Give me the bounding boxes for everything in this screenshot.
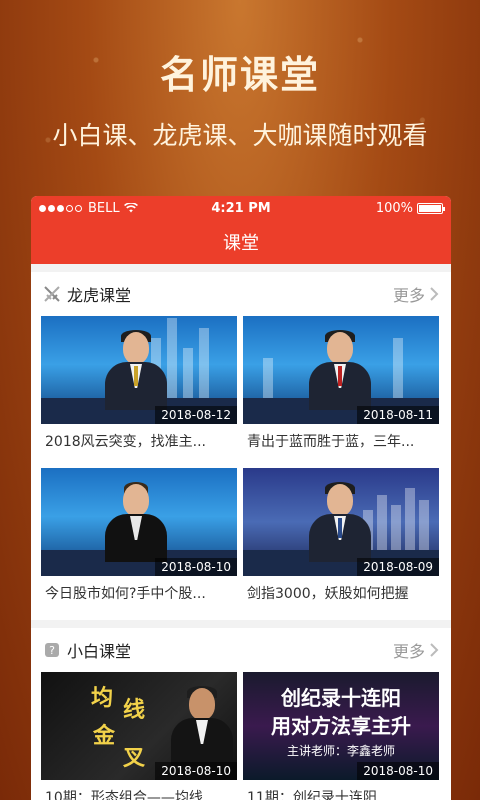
course-thumbnail: 2018-08-12	[41, 316, 237, 424]
thumb-text: 创纪录十连阳	[281, 686, 401, 710]
background-sparkle	[0, 0, 480, 200]
course-date: 2018-08-09	[357, 558, 439, 576]
more-link[interactable]: 更多	[393, 638, 439, 662]
question-mark-icon: ?	[43, 641, 61, 659]
hero-title: 名师课堂	[159, 53, 320, 97]
signal-dots-icon	[39, 201, 84, 216]
course-thumbnail: 均 线 金 叉 2018-08-10	[41, 672, 237, 780]
battery-percent: 100%	[375, 200, 413, 216]
more-link[interactable]: 更多	[393, 282, 439, 306]
course-thumbnail: 2018-08-10	[41, 468, 237, 576]
course-title: 剑指3000，妖股如何把握	[247, 586, 409, 602]
chevron-right-icon	[430, 643, 439, 657]
course-card[interactable]: 创纪录十连阳 用对方法享主升 主讲老师：李鑫老师 2018-08-10 11期：…	[243, 672, 439, 800]
section-title: 小白课堂	[67, 642, 132, 661]
section-title: 龙虎课堂	[67, 286, 132, 305]
presenter-figure	[101, 482, 171, 562]
course-card[interactable]: 2018-08-09 剑指3000，妖股如何把握	[243, 468, 439, 620]
course-thumbnail: 创纪录十连阳 用对方法享主升 主讲老师：李鑫老师 2018-08-10	[243, 672, 439, 780]
course-date: 2018-08-10	[357, 762, 439, 780]
more-label: 更多	[392, 286, 425, 305]
carrier-label: BELL	[88, 200, 120, 216]
course-date: 2018-08-12	[155, 406, 237, 424]
crossed-swords-icon	[43, 285, 61, 303]
course-card[interactable]: 2018-08-10 今日股市如何?手中个股...	[41, 468, 237, 620]
phone-screen: BELL 4:21 PM 100% 课堂 龙虎课堂 更多 2018-08-12 …	[31, 196, 451, 800]
course-title: 今日股市如何?手中个股...	[45, 586, 206, 602]
course-title: 10期：形态组合——均线...	[45, 790, 217, 800]
course-card[interactable]: 2018-08-11 青出于蓝而胜于蓝，三年...	[243, 316, 439, 468]
presenter-figure	[305, 482, 375, 562]
more-label: 更多	[392, 642, 425, 661]
wifi-icon	[123, 203, 138, 213]
section-header: ? 小白课堂 更多	[41, 628, 441, 672]
status-bar: BELL 4:21 PM 100%	[31, 196, 451, 220]
section-longhu: 龙虎课堂 更多 2018-08-12 2018风云突变，找准主... 2018-…	[31, 272, 451, 620]
course-thumbnail: 2018-08-09	[243, 468, 439, 576]
nav-title: 课堂	[223, 233, 259, 254]
section-header: 龙虎课堂 更多	[41, 272, 441, 316]
course-title: 青出于蓝而胜于蓝，三年...	[247, 434, 415, 450]
course-date: 2018-08-11	[357, 406, 439, 424]
presenter-figure	[167, 686, 237, 766]
course-thumbnail: 2018-08-11	[243, 316, 439, 424]
presenter-figure	[305, 330, 375, 410]
section-xiaobai: ? 小白课堂 更多 均 线 金 叉 2018-08-10 10期：形态组合——均…	[31, 628, 451, 800]
course-card[interactable]: 均 线 金 叉 2018-08-10 10期：形态组合——均线...	[41, 672, 237, 800]
thumb-text: 主讲老师：李鑫老师	[286, 744, 395, 758]
course-date: 2018-08-10	[155, 558, 237, 576]
battery-icon	[417, 202, 445, 214]
thumb-text: 用对方法享主升	[271, 714, 411, 738]
hero-subtitle: 小白课、龙虎课、大咖课随时观看	[52, 121, 428, 150]
course-title: 2018风云突变，找准主...	[45, 434, 206, 450]
svg-text:?: ?	[49, 644, 55, 657]
course-title: 11期：创纪录十连阳...	[247, 790, 391, 800]
nav-bar: 课堂	[31, 220, 451, 264]
course-date: 2018-08-10	[155, 762, 237, 780]
chevron-right-icon	[430, 287, 439, 301]
presenter-figure	[101, 330, 171, 410]
course-card[interactable]: 2018-08-12 2018风云突变，找准主...	[41, 316, 237, 468]
